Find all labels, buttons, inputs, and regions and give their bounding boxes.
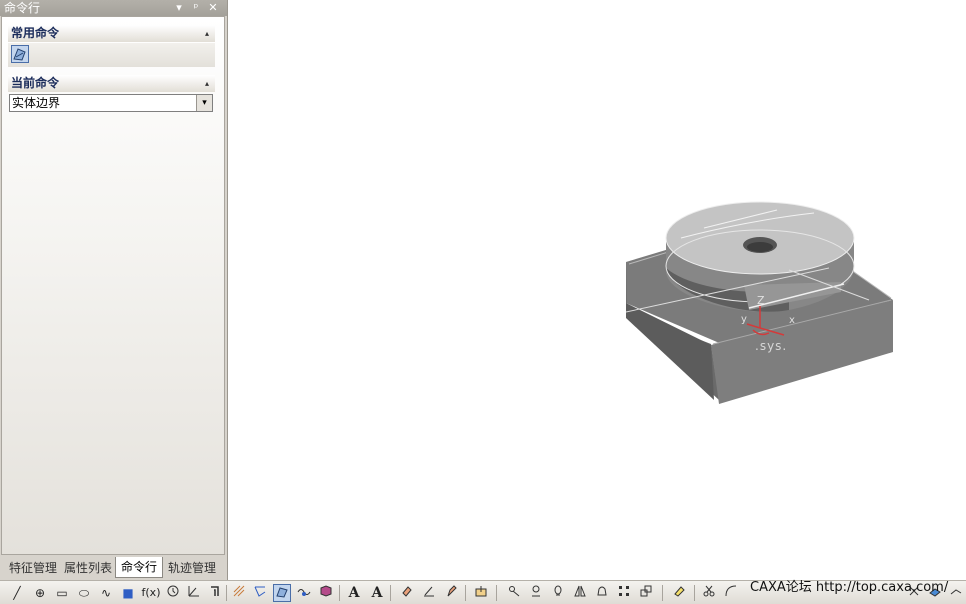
surface-edge-glyph	[254, 586, 266, 597]
offset-glyph	[211, 586, 219, 596]
circle-icon[interactable]: ⊕	[31, 584, 49, 602]
toolbar-separator	[226, 585, 227, 601]
ellipse-icon[interactable]: ⬭	[75, 584, 93, 602]
z-axis-label: Z	[757, 294, 765, 307]
text-style-icon[interactable]: A	[368, 584, 386, 602]
close-icon[interactable]: ✕	[206, 0, 220, 16]
move-node-glyph	[532, 585, 540, 597]
highlight-icon[interactable]	[670, 584, 688, 602]
project-plane-icon[interactable]	[472, 584, 490, 602]
forum-watermark: CAXA论坛 http://top.caxa.com/	[750, 580, 949, 595]
common-commands-title: 常用命令	[11, 26, 60, 40]
solid-boundary-glyph	[13, 48, 26, 61]
solid-boundary-icon[interactable]	[273, 584, 291, 602]
plane-view-glyph	[950, 589, 962, 595]
3d-viewport[interactable]: Z y x .sys.	[229, 0, 966, 580]
tab-trajectory-manager[interactable]: 轨迹管理	[164, 559, 220, 577]
chevron-down-icon[interactable]: ▾	[196, 95, 212, 111]
toolbar-separator	[465, 585, 466, 601]
bell-icon[interactable]	[593, 584, 611, 602]
arc-glyph	[725, 585, 737, 597]
formula-curve-icon[interactable]: f(x)	[140, 584, 162, 602]
spline-icon[interactable]: ∿	[97, 584, 115, 602]
rectangle-icon[interactable]: ▭	[53, 584, 71, 602]
project-plane-glyph	[475, 586, 487, 597]
line-icon[interactable]: ╱	[8, 584, 26, 602]
common-commands-list	[8, 43, 215, 67]
command-line-panel: 命令行 ▾ ᵖ ✕ 常用命令 ▴ 当前命令 ▴ 实体边界 ▾ 特征管理 属性列表…	[0, 0, 228, 580]
y-axis-label: y	[741, 314, 747, 325]
scale-glyph	[640, 585, 652, 597]
array-glyph	[619, 586, 629, 596]
collapse-up-icon[interactable]: ▴	[205, 25, 209, 42]
x-axis-label: x	[789, 315, 795, 326]
eraser-glyph	[402, 586, 412, 597]
plane-view-icon[interactable]	[947, 584, 965, 602]
toolbar-separator	[496, 585, 497, 601]
pen-icon[interactable]	[442, 584, 460, 602]
pin-icon[interactable]: ᵖ	[189, 0, 203, 16]
solid-boundary-command-icon[interactable]	[11, 45, 29, 63]
angle-glyph	[188, 586, 199, 597]
tab-command-line[interactable]: 命令行	[115, 557, 163, 578]
mirror-glyph	[574, 585, 586, 597]
model-canvas[interactable]: Z y x .sys.	[229, 0, 966, 580]
scale-icon[interactable]	[637, 584, 655, 602]
toolbar-separator	[390, 585, 391, 601]
array-icon[interactable]	[615, 584, 633, 602]
pen-glyph	[447, 585, 457, 597]
current-command-value: 实体边界	[12, 96, 61, 110]
panel-title: 命令行	[4, 1, 41, 15]
hatch-icon[interactable]	[230, 584, 248, 602]
panel-menu-icon[interactable]: ▾	[172, 0, 186, 16]
toolbar-separator	[339, 585, 340, 601]
polygon-glyph	[167, 585, 179, 597]
edit-node-glyph	[509, 586, 520, 597]
scissors-glyph	[703, 585, 715, 597]
pencil-angle-icon[interactable]	[420, 584, 438, 602]
collapse-up-icon[interactable]: ▴	[205, 75, 209, 92]
current-command-header[interactable]: 当前命令 ▴	[8, 75, 215, 92]
toolbar-separator	[694, 585, 695, 601]
bulb-icon[interactable]	[549, 584, 567, 602]
highlight-glyph	[674, 586, 685, 597]
toolbar-separator	[662, 585, 663, 601]
wave-surface-icon[interactable]	[295, 584, 313, 602]
scissors-icon[interactable]	[700, 584, 718, 602]
current-command-title: 当前命令	[11, 76, 60, 90]
panel-tabs: 特征管理 属性列表 命令行 轨迹管理	[0, 557, 228, 579]
arc-icon[interactable]	[722, 584, 740, 602]
polygon-icon[interactable]	[164, 584, 182, 602]
tab-feature-manager[interactable]: 特征管理	[6, 559, 60, 577]
mirror-icon[interactable]	[571, 584, 589, 602]
hatch-glyph	[233, 585, 245, 597]
bell-glyph	[597, 586, 607, 596]
point-icon[interactable]: ■	[119, 584, 137, 602]
tab-property-list[interactable]: 属性列表	[61, 559, 115, 577]
text-icon[interactable]: A	[345, 584, 363, 602]
panel-title-bar: 命令行 ▾ ᵖ ✕	[0, 0, 227, 16]
solid-boundary-tool-glyph	[276, 587, 288, 598]
surface-edge-icon[interactable]	[251, 584, 269, 602]
shell-surface-icon[interactable]	[317, 584, 335, 602]
wave-surface-glyph	[297, 589, 311, 596]
sys-label: .sys.	[755, 339, 787, 353]
center-hole-inner	[747, 242, 773, 252]
common-commands-header[interactable]: 常用命令 ▴	[8, 25, 215, 42]
edit-node-icon[interactable]	[505, 584, 523, 602]
pencil-angle-glyph	[424, 586, 434, 597]
eraser-icon[interactable]	[398, 584, 416, 602]
move-node-icon[interactable]	[527, 584, 545, 602]
offset-icon[interactable]	[206, 584, 224, 602]
bulb-glyph	[554, 585, 562, 596]
angle-line-icon[interactable]	[185, 584, 203, 602]
current-command-select[interactable]: 实体边界 ▾	[9, 94, 213, 112]
shell-surface-glyph	[320, 585, 332, 597]
